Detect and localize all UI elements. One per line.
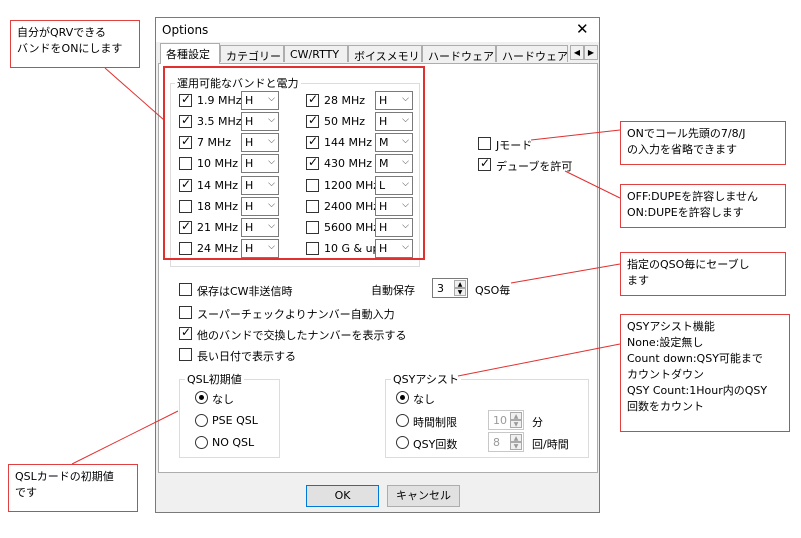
leader-line-dupe xyxy=(564,170,621,199)
leader-line-jmode xyxy=(530,129,621,141)
leader-line-qsl xyxy=(71,410,179,465)
leader-line-qsy xyxy=(457,343,621,377)
tab-general[interactable]: 各種設定 xyxy=(160,43,220,64)
leader-line-qrv xyxy=(104,67,165,121)
leader-line-autosave xyxy=(510,263,621,284)
callout-leader-lines xyxy=(71,67,621,465)
